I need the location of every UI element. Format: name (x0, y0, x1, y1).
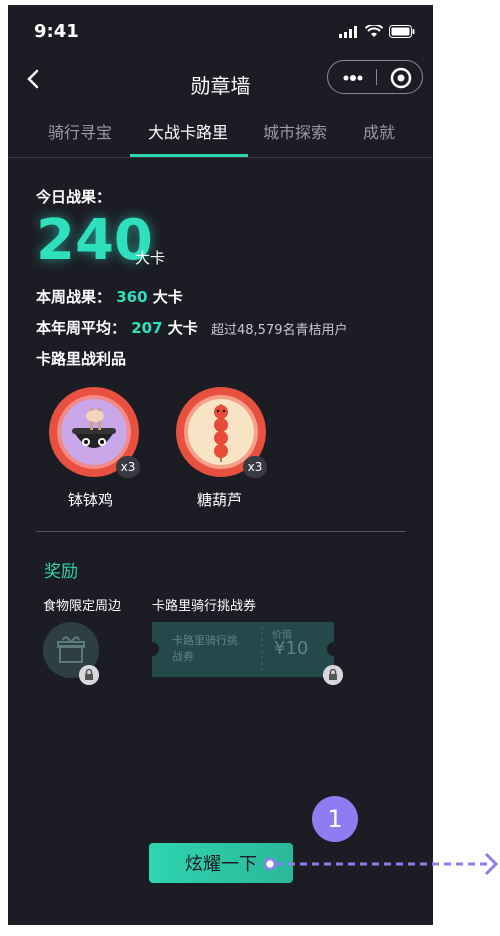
year-rank-text: 超过48,579名青桔用户 (211, 323, 348, 338)
mini-program-capsule (327, 60, 423, 94)
tab-calorie-battle[interactable]: 大战卡路里 (148, 119, 228, 143)
reward-coupon-label: 卡路里骑行挑战券 (152, 599, 257, 614)
lock-icon (323, 665, 343, 685)
signal-icon (339, 25, 357, 38)
today-label: 今日战果： (36, 188, 112, 206)
active-tab-indicator (130, 154, 248, 157)
today-unit: 大卡 (135, 249, 166, 267)
candied-haws-name: 糖葫芦 (197, 491, 243, 509)
phone-screen: 9:41 勋章墙 骑行寻宝 大战卡路里 城市探索 成就 今日战果： 240 大卡… (8, 5, 433, 925)
status-time: 9:41 (34, 21, 79, 42)
annotation-marker: 1 (312, 796, 358, 842)
battery-icon (389, 25, 415, 38)
navigation-bar: 勋章墙 (8, 57, 433, 107)
tab-bar: 骑行寻宝 大战卡路里 城市探索 成就 (8, 113, 433, 158)
wifi-icon (365, 25, 383, 37)
close-mini-program-icon[interactable] (390, 67, 412, 89)
week-label: 本周战果： (36, 288, 112, 306)
capsule-divider (376, 69, 377, 85)
tab-riding-treasure[interactable]: 骑行寻宝 (48, 119, 112, 143)
year-average: 207 (131, 319, 163, 337)
tab-achievements[interactable]: 成就 (363, 119, 395, 143)
week-unit: 大卡 (152, 288, 183, 306)
section-divider (36, 531, 406, 532)
coupon-ticket-name: 卡路里骑行挑战券 (172, 634, 238, 663)
year-unit: 大卡 (167, 319, 198, 337)
annotation-arrow-icon (263, 852, 499, 876)
year-label: 本年周平均： (36, 319, 127, 337)
tab-city-explore[interactable]: 城市探索 (263, 119, 327, 143)
week-calories: 360 (116, 288, 148, 306)
coupon-value: ¥10 (274, 638, 309, 659)
reward-merch-label: 食物限定周边 (43, 599, 122, 614)
bobo-chicken-name: 钵钵鸡 (68, 491, 114, 509)
bobo-chicken-count: x3 (116, 456, 140, 478)
reward-title: 奖励 (44, 562, 78, 582)
status-bar: 9:41 (8, 5, 433, 51)
lock-icon (79, 665, 99, 685)
loot-title: 卡路里战利品 (36, 350, 127, 368)
more-icon[interactable] (342, 71, 364, 85)
candied-haws-count: x3 (243, 456, 267, 478)
status-icons (339, 25, 415, 38)
